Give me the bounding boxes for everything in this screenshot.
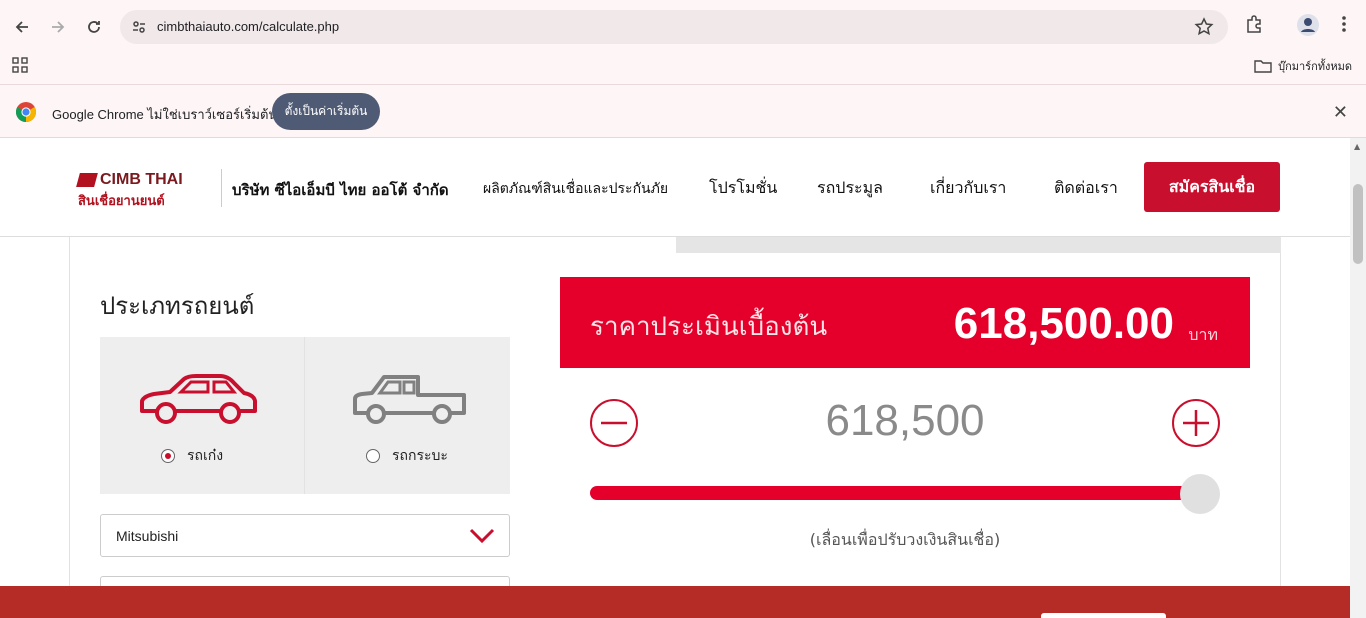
- all-bookmarks-label: บุ๊กมาร์กทั้งหมด: [1278, 60, 1352, 73]
- sedan-radio[interactable]: [161, 449, 175, 463]
- sedan-label: รถเก๋ง: [187, 448, 224, 464]
- close-infobar-icon[interactable]: ✕: [1333, 102, 1348, 123]
- pickup-radio-option[interactable]: รถกระบะ: [366, 445, 448, 467]
- car-type-divider: [304, 337, 305, 494]
- extensions-icon[interactable]: [1244, 14, 1264, 34]
- menu-item-auction[interactable]: รถประมูล: [817, 176, 883, 201]
- cimb-thai-logo[interactable]: CIMB THAI สินเชื่อยานยนต์: [76, 171, 183, 211]
- panel-top-strip: [676, 237, 1281, 253]
- menu-item-products[interactable]: ผลิตภัณฑ์สินเชื่อและประกันภัย: [483, 178, 668, 200]
- more-menu-icon[interactable]: [1336, 14, 1352, 34]
- profile-avatar-icon[interactable]: [1297, 14, 1319, 36]
- apply-loan-button[interactable]: สมัครสินเชื่อ: [1144, 162, 1280, 212]
- url-text[interactable]: cimbthaiauto.com/calculate.php: [157, 19, 339, 34]
- web-page: CIMB THAI สินเชื่อยานยนต์ บริษัท ซีไอเอ็…: [0, 138, 1350, 618]
- pickup-radio[interactable]: [366, 449, 380, 463]
- pickup-label: รถกระบะ: [392, 448, 448, 464]
- back-button[interactable]: [9, 14, 35, 40]
- logo-line2: สินเชื่อยานยนต์: [78, 194, 165, 209]
- slider-hint: (เลื่อนเพื่อปรับวงเงินสินเชื่อ): [809, 530, 1001, 549]
- cookie-consent-bar: [0, 586, 1350, 618]
- estimate-unit: บาท: [1188, 325, 1218, 344]
- chevron-down-icon[interactable]: [469, 525, 495, 545]
- folder-icon: [1254, 60, 1272, 73]
- estimate-price-header: ราคาประเมินเบื้องต้น 618,500.00 บาท: [560, 277, 1250, 368]
- decrease-button[interactable]: [590, 399, 638, 447]
- page-scrollbar[interactable]: ▲: [1350, 138, 1366, 618]
- menu-item-about[interactable]: เกี่ยวกับเรา: [930, 176, 1006, 201]
- sedan-radio-option[interactable]: รถเก๋ง: [161, 445, 223, 467]
- company-name: บริษัท ซีไอเอ็มบี ไทย ออโต้ จำกัด: [232, 181, 449, 199]
- reload-button[interactable]: [81, 14, 107, 40]
- logo-line1: CIMB THAI: [100, 171, 183, 188]
- infobar-message: Google Chrome ไม่ใช่เบราว์เซอร์เริ่มต้น: [52, 107, 278, 122]
- set-default-button[interactable]: ตั้งเป็นค่าเริ่มต้น: [272, 93, 380, 130]
- minus-icon: [601, 421, 627, 425]
- loan-amount-slider-track[interactable]: [590, 486, 1200, 500]
- car-brand-value: Mitsubishi: [116, 528, 179, 544]
- bookmarks-bar: บุ๊กมาร์กทั้งหมด: [0, 54, 1366, 84]
- estimate-amount: 618,500.00: [953, 299, 1174, 348]
- scroll-up-arrow-icon[interactable]: ▲: [1354, 142, 1360, 151]
- sedan-radio-dot: [165, 453, 171, 459]
- logo-divider: [221, 169, 222, 207]
- car-type-title: ประเภทรถยนต์: [100, 292, 255, 320]
- site-info-icon[interactable]: [131, 19, 147, 35]
- cookie-accept-button[interactable]: [1041, 613, 1166, 618]
- pickup-truck-icon[interactable]: [352, 371, 468, 427]
- menu-item-promotions[interactable]: โปรโมชั่น: [709, 176, 777, 201]
- loan-amount-value[interactable]: 618,500: [640, 396, 1170, 446]
- reload-icon: [88, 21, 100, 33]
- browser-toolbar: cimbthaiauto.com/calculate.php: [0, 0, 1366, 54]
- all-bookmarks-button[interactable]: บุ๊กมาร์กทั้งหมด: [1254, 57, 1352, 75]
- sedan-icon[interactable]: [136, 371, 260, 427]
- default-browser-infobar: Google Chrome ไม่ใช่เบราว์เซอร์เริ่มต้น …: [0, 84, 1366, 138]
- forward-arrow-icon: [52, 21, 65, 33]
- site-header: CIMB THAI สินเชื่อยานยนต์ บริษัท ซีไอเอ็…: [0, 138, 1350, 237]
- address-bar[interactable]: cimbthaiauto.com/calculate.php: [120, 10, 1228, 44]
- plus-icon: [1183, 410, 1209, 436]
- back-arrow-icon: [15, 21, 28, 33]
- car-type-selector: รถเก๋ง รถกระบะ: [100, 337, 510, 494]
- menu-item-contact[interactable]: ติดต่อเรา: [1054, 176, 1118, 201]
- cimb-logo-mark-icon: [76, 173, 98, 187]
- car-brand-select[interactable]: Mitsubishi: [100, 514, 510, 557]
- apps-grid-icon[interactable]: [12, 57, 28, 73]
- estimate-label: ราคาประเมินเบื้องต้น: [590, 312, 828, 342]
- scrollbar-thumb[interactable]: [1353, 184, 1363, 264]
- forward-button[interactable]: [45, 14, 71, 40]
- chrome-logo-icon: [16, 102, 36, 122]
- bookmark-star-icon[interactable]: [1194, 17, 1214, 37]
- loan-amount-slider-handle[interactable]: [1180, 474, 1220, 514]
- increase-button[interactable]: [1172, 399, 1220, 447]
